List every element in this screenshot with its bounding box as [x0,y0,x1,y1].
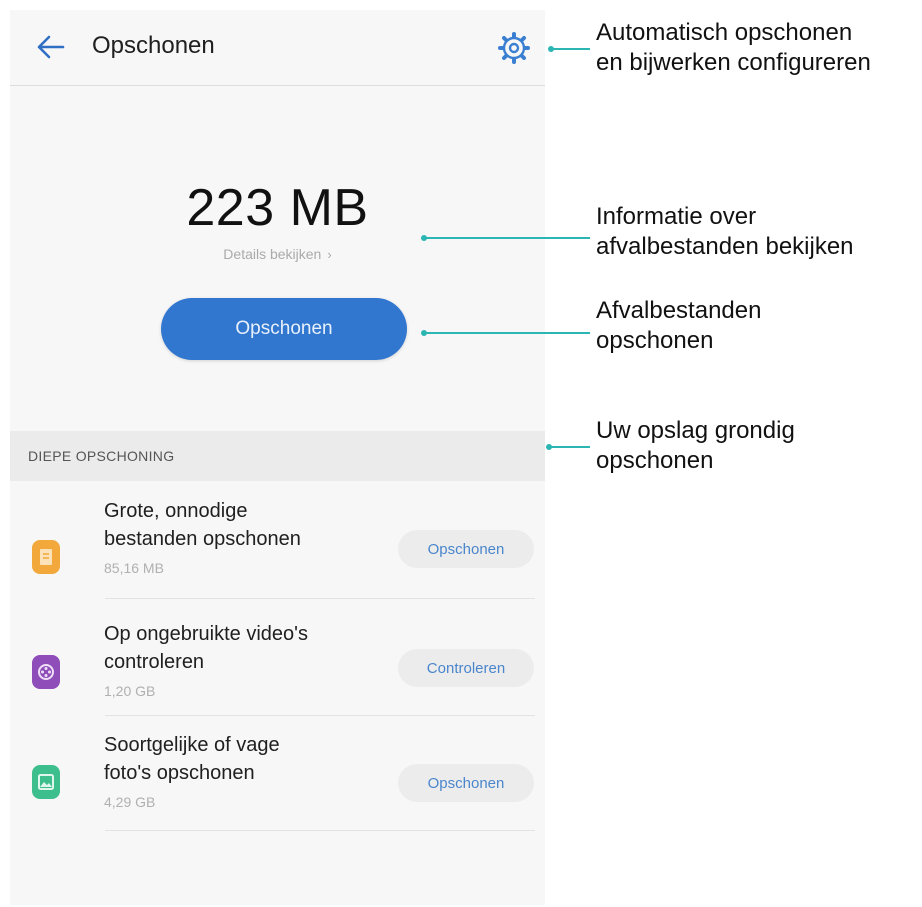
callout-line-clean [425,332,590,334]
item-size: 4,29 GB [104,794,156,810]
callout-clean: Afvalbestanden opschonen [596,296,761,356]
list-item-similar-photos: Soortgelijke of vage foto's opschonen 4,… [10,722,545,840]
photo-icon [32,765,60,799]
file-icon [32,540,60,574]
settings-button[interactable] [494,28,534,68]
callout-text-line2: opschonen [596,447,714,474]
list-item-unused-videos: Op ongebruikte video's controleren 1,20 … [10,605,545,723]
divider [105,598,535,599]
details-link[interactable]: Details bekijken › [10,246,545,262]
item-title-line2: bestanden opschonen [104,528,301,550]
divider [105,715,535,716]
back-button[interactable] [30,30,70,64]
item-title-line1: Grote, onnodige [104,500,248,522]
app-bar: Opschonen [10,10,545,86]
arrow-left-icon [37,35,65,59]
callout-text-line1: Automatisch opschonen [596,19,853,46]
item-title-line2: foto's opschonen [104,762,255,784]
list-item-large-files: Grote, onnodige bestanden opschonen 85,1… [10,488,545,606]
clean-large-files-button[interactable]: Opschonen [398,530,534,568]
clean-photos-button[interactable]: Opschonen [398,764,534,802]
page-title: Opschonen [92,32,215,59]
phone-screen: Opschonen 223 MB Details bekijken › Opsc… [10,10,545,905]
item-title-line1: Soortgelijke of vage [104,734,280,756]
callout-text-line2: opschonen [596,327,714,354]
callout-text-line1: Uw opslag grondig [596,417,795,444]
callout-deep: Uw opslag grondig opschonen [596,416,795,476]
details-label: Details bekijken [223,246,322,262]
section-title: DIEPE OPSCHONING [28,448,175,464]
callout-text-line1: Informatie over [596,203,757,230]
item-title-line1: Op ongebruikte video's [104,623,308,645]
callout-text-line2: afvalbestanden bekijken [596,233,854,260]
callout-settings: Automatisch opschonen en bijwerken confi… [596,18,871,78]
deep-clean-section-header: DIEPE OPSCHONING [10,431,545,481]
callout-text-line1: Afvalbestanden [596,297,762,324]
video-reel-icon [32,655,60,689]
callout-line-details [425,237,590,239]
callout-line-settings [550,48,590,50]
clean-button[interactable]: Opschonen [161,298,407,360]
item-size: 1,20 GB [104,683,156,699]
chevron-right-icon: › [327,247,332,262]
callout-text-line2: en bijwerken configureren [596,49,871,76]
item-title-line2: controleren [104,651,205,673]
gear-icon [498,32,530,64]
callout-details: Informatie over afvalbestanden bekijken [596,202,854,262]
check-videos-button[interactable]: Controleren [398,649,534,687]
item-size: 85,16 MB [104,560,164,576]
junk-size-value: 223 MB [186,179,369,237]
callout-line-deep [550,446,590,448]
divider [105,830,535,831]
